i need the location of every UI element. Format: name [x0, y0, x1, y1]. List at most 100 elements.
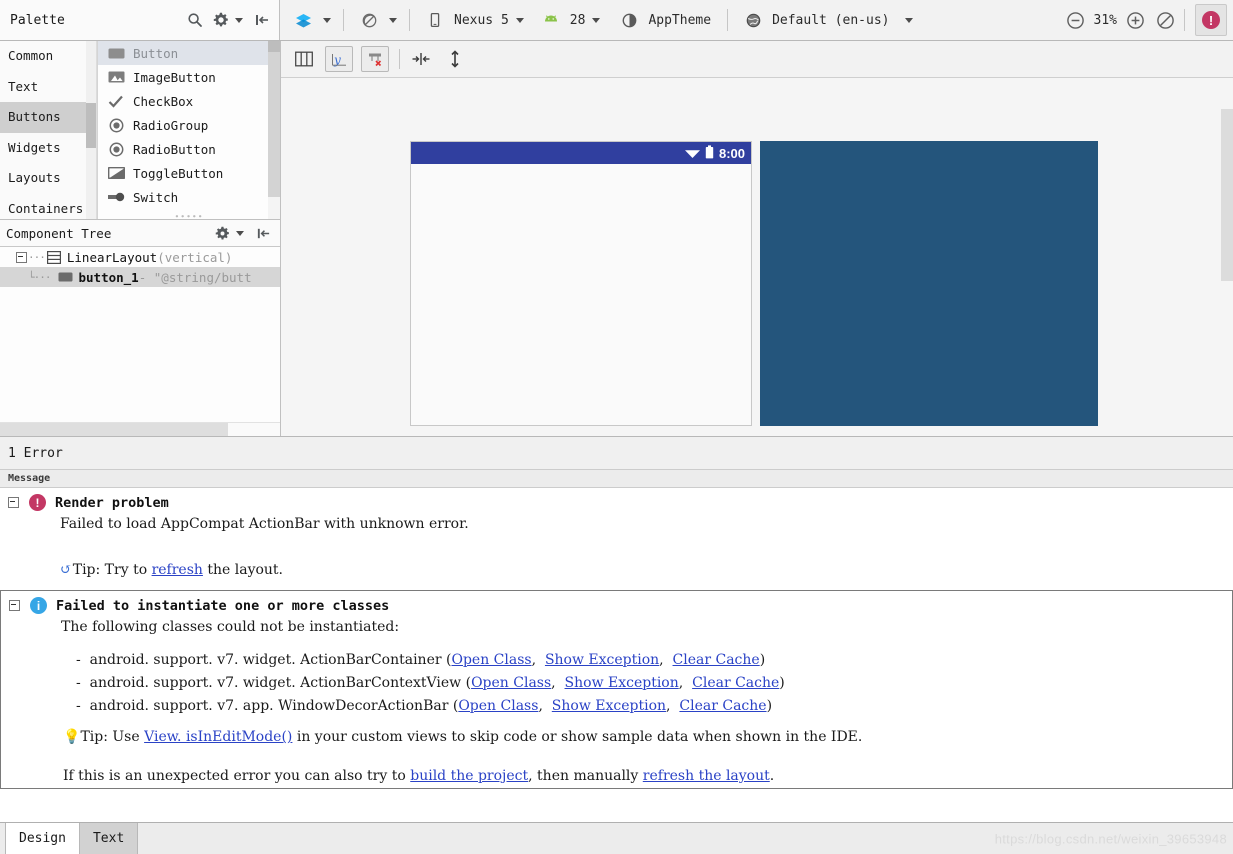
palette-item-button[interactable]: Button — [98, 41, 280, 65]
info-block-header[interactable]: i Failed to instantiate one or more clas… — [1, 591, 1232, 616]
device-caret-icon[interactable] — [515, 17, 524, 23]
open-class-link[interactable]: Open Class — [451, 652, 531, 668]
error-messages-content[interactable]: ! Render problem Failed to load AppCompa… — [0, 488, 1233, 822]
clear-cache-link[interactable]: Clear Cache — [692, 675, 779, 691]
palette-item-radiobutton[interactable]: RadioButton — [98, 137, 280, 161]
error-indicator-button[interactable]: ! — [1195, 4, 1227, 36]
component-tree-gear-caret-icon[interactable] — [236, 230, 244, 236]
tree-expand-toggle[interactable] — [14, 250, 28, 264]
palette-widget-list[interactable]: Button ImageButton CheckBox RadioGroup R… — [97, 41, 280, 219]
device-label: Nexus 5 — [454, 12, 509, 28]
preview-status-bar: 8:00 — [411, 142, 751, 164]
api-caret-icon[interactable] — [592, 17, 601, 23]
tab-design[interactable]: Design — [6, 823, 80, 854]
component-tree-collapse-icon[interactable] — [250, 220, 276, 246]
palette-widget-scroll-thumb[interactable] — [268, 52, 280, 197]
palette-item-checkbox[interactable]: CheckBox — [98, 89, 280, 113]
horizontal-margin-icon[interactable] — [408, 47, 434, 71]
show-exception-link[interactable]: Show Exception — [545, 652, 659, 668]
class-name: android. support. v7. app. WindowDecorAc… — [89, 698, 449, 714]
component-tree-hscrollbar[interactable] — [0, 422, 280, 436]
blueprint-mode-icon[interactable]: y — [325, 46, 353, 72]
palette-item-switch[interactable]: Switch — [98, 185, 280, 209]
show-exception-link[interactable]: Show Exception — [565, 675, 679, 691]
orientation-dropdown[interactable] — [352, 0, 401, 40]
switch-icon — [106, 189, 126, 205]
palette-category-list[interactable]: Common Text Buttons Widgets Layouts Cont… — [0, 41, 86, 219]
vertical-margin-icon[interactable] — [442, 47, 468, 71]
layers-icon — [290, 7, 316, 33]
palette-category-widgets[interactable]: Widgets — [0, 133, 86, 164]
build-project-link[interactable]: build the project — [410, 768, 528, 784]
refresh-icon: ↺ — [60, 562, 72, 578]
api-dropdown[interactable]: 28 — [534, 0, 605, 40]
open-class-link[interactable]: Open Class — [471, 675, 551, 691]
error-detail-line: Failed to load AppCompat ActionBar with … — [60, 516, 469, 532]
palette-item-imagebutton[interactable]: ImageButton — [98, 65, 280, 89]
clear-constraints-icon[interactable] — [361, 46, 389, 72]
canvas-vscroll-thumb[interactable] — [1221, 109, 1233, 281]
palette-resize-grip[interactable]: ∙∙∙∙∙ — [98, 212, 280, 220]
orientation-caret-icon[interactable] — [389, 17, 397, 23]
tree-node-button1[interactable]: └··· button_1 - "@string/butt — [0, 267, 280, 287]
palette-category-containers[interactable]: Containers — [0, 194, 86, 220]
palette-category-layouts[interactable]: Layouts — [0, 163, 86, 194]
globe-icon — [740, 7, 766, 33]
tree-node-linearlayout[interactable]: ··· LinearLayout (vertical) — [0, 247, 280, 267]
design-canvas[interactable]: 8:00 — [281, 78, 1233, 436]
zoom-in-icon[interactable] — [1122, 7, 1148, 33]
palette-category-scrollbar[interactable] — [86, 41, 97, 219]
class-entry-row: - android. support. v7. app. WindowDecor… — [76, 698, 773, 714]
clear-cache-link[interactable]: Clear Cache — [679, 698, 766, 714]
palette-widget-scrollbar[interactable] — [268, 41, 280, 219]
clear-cache-link[interactable]: Clear Cache — [673, 652, 760, 668]
is-in-edit-mode-link[interactable]: View. isInEditMode() — [144, 729, 292, 745]
zoom-reset-icon[interactable] — [1152, 7, 1178, 33]
palette-item-togglebutton[interactable]: ToggleButton — [98, 161, 280, 185]
error-block-header[interactable]: ! Render problem — [0, 488, 1233, 513]
gear-icon[interactable] — [208, 7, 234, 33]
palette-item-radiobutton-label: RadioButton — [133, 141, 216, 157]
palette-item-checkbox-label: CheckBox — [133, 93, 194, 109]
component-tree-hscroll-thumb[interactable] — [0, 423, 228, 436]
collapse-icon[interactable] — [8, 497, 19, 508]
palette-item-radiogroup[interactable]: RadioGroup — [98, 113, 280, 137]
error-block-render-problem: ! Render problem Failed to load AppCompa… — [0, 488, 1233, 582]
theme-label: AppTheme — [648, 12, 712, 28]
component-tree-gear-icon[interactable] — [209, 220, 235, 246]
theme-dropdown[interactable]: AppTheme — [612, 0, 715, 40]
gear-dropdown-caret[interactable] — [235, 17, 243, 23]
refresh-link[interactable]: refresh — [152, 562, 203, 578]
error-block-title: Render problem — [55, 494, 169, 511]
view-mode-icon[interactable] — [291, 47, 317, 71]
palette-category-buttons[interactable]: Buttons — [0, 102, 86, 133]
palette-category-scroll-thumb[interactable] — [86, 103, 96, 148]
canvas-vertical-scrollbar[interactable] — [1221, 78, 1233, 436]
blueprint-preview[interactable] — [760, 141, 1098, 426]
component-tree-body[interactable]: ··· LinearLayout (vertical) └··· button_… — [0, 247, 280, 436]
palette-widget-scroll-thumb-top[interactable] — [268, 41, 280, 52]
zoom-out-icon[interactable] — [1063, 7, 1089, 33]
show-exception-link[interactable]: Show Exception — [552, 698, 666, 714]
collapse-icon-2[interactable] — [9, 600, 20, 611]
info-severity-icon: i — [30, 597, 47, 614]
layers-caret-icon[interactable] — [323, 17, 331, 23]
palette-category-common[interactable]: Common — [0, 41, 86, 72]
refresh-layout-link[interactable]: refresh the layout — [643, 768, 770, 784]
device-preview[interactable]: 8:00 — [410, 141, 752, 426]
search-icon[interactable] — [182, 7, 208, 33]
open-class-link[interactable]: Open Class — [458, 698, 538, 714]
palette-item-radiogroup-label: RadioGroup — [133, 117, 209, 133]
watermark: https://blog.csdn.net/weixin_39653948 — [994, 831, 1227, 846]
tab-text[interactable]: Text — [79, 823, 139, 854]
component-tree-header: Component Tree — [0, 220, 280, 247]
device-dropdown[interactable]: Nexus 5 — [418, 0, 528, 40]
collapse-panel-icon[interactable] — [249, 7, 275, 33]
palette-category-text[interactable]: Text — [0, 72, 86, 103]
layers-dropdown[interactable] — [280, 0, 335, 40]
button-icon — [106, 45, 126, 61]
class-name: android. support. v7. widget. ActionBarC… — [89, 652, 442, 668]
left-panel-column: Common Text Buttons Widgets Layouts Cont… — [0, 41, 281, 436]
locale-caret-icon[interactable] — [905, 17, 914, 23]
locale-dropdown[interactable]: Default (en-us) — [736, 0, 917, 40]
